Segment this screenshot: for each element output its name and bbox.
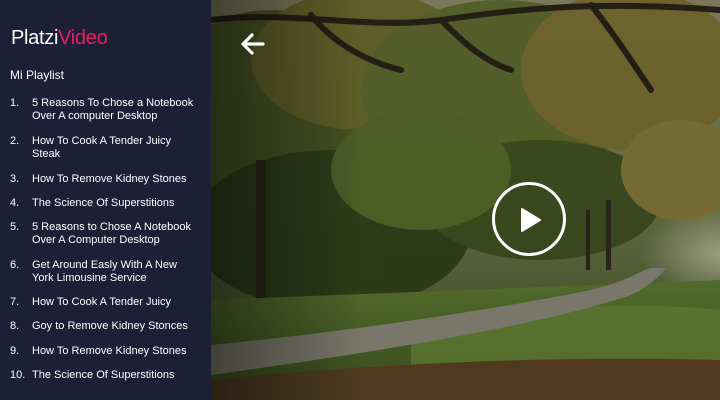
video-player[interactable] xyxy=(211,0,720,400)
playlist-item[interactable]: 5. 5 Reasons to Chose A Notebook Over A … xyxy=(0,221,211,259)
playlist-item-title: The Science Of Superstitions xyxy=(32,197,175,209)
playlist-item[interactable]: 1. 5 Reasons To Chose a Notebook Over A … xyxy=(0,97,211,135)
playlist-item-number: 4. xyxy=(10,197,20,209)
playlist-item[interactable]: 6. Get Around Easly With A New York Limo… xyxy=(0,259,211,296)
playlist-item-number: 2. xyxy=(10,135,20,147)
playlist-item-title: 5 Reasons to Chose A Notebook Over A Com… xyxy=(32,221,191,246)
playlist-item-number: 10. xyxy=(10,369,26,381)
logo-text-video: Video xyxy=(58,27,108,49)
playlist-item-number: 7. xyxy=(10,296,20,308)
playlist-item-title: How To Cook A Tender Juicy xyxy=(32,296,172,308)
play-icon xyxy=(521,208,541,232)
playlist-item-number: 3. xyxy=(10,173,20,185)
logo-text-platzi: Platzi xyxy=(11,27,59,49)
playlist-item[interactable]: 9. How To Remove Kidney Stones xyxy=(0,345,211,369)
playlist-item-number: 5. xyxy=(10,221,20,233)
playlist-item[interactable]: 4. The Science Of Superstitions xyxy=(0,197,211,221)
playlist-item-title: 5 Reasons To Chose a Notebook Over A com… xyxy=(32,97,194,122)
playlist-item-title: Goy to Remove Kidney Stonces xyxy=(32,320,188,332)
playlist-item[interactable]: 7. How To Cook A Tender Juicy xyxy=(0,296,211,320)
playlist-item-number: 9. xyxy=(10,345,20,357)
video-thumbnail xyxy=(211,0,720,400)
playlist: 1. 5 Reasons To Chose a Notebook Over A … xyxy=(0,97,211,393)
playlist-item-title: How To Cook A Tender Juicy Steak xyxy=(32,135,172,160)
playlist-item[interactable]: 2. How To Cook A Tender Juicy Steak xyxy=(0,135,211,173)
arrow-left-icon xyxy=(241,33,265,55)
playlist-item-number: 8. xyxy=(10,320,20,332)
sidebar: PlatziVideo Mi Playlist 1. 5 Reasons To … xyxy=(0,0,211,400)
playlist-item-title: How To Remove Kidney Stones xyxy=(32,345,187,357)
playlist-item-number: 1. xyxy=(10,97,20,109)
back-button[interactable] xyxy=(241,33,267,55)
playlist-heading: Mi Playlist xyxy=(10,68,65,82)
playlist-item[interactable]: 3. How To Remove Kidney Stones xyxy=(0,173,211,197)
play-button[interactable] xyxy=(492,182,566,256)
playlist-item-title: The Science Of Superstitions xyxy=(32,369,175,381)
playlist-item-number: 6. xyxy=(10,259,20,271)
playlist-item[interactable]: 10. The Science Of Superstitions xyxy=(0,369,211,393)
logo[interactable]: PlatziVideo xyxy=(11,26,108,50)
playlist-item-title: How To Remove Kidney Stones xyxy=(32,173,187,185)
playlist-item[interactable]: 8. Goy to Remove Kidney Stonces xyxy=(0,320,211,345)
playlist-item-title: Get Around Easly With A New York Limousi… xyxy=(32,259,177,284)
